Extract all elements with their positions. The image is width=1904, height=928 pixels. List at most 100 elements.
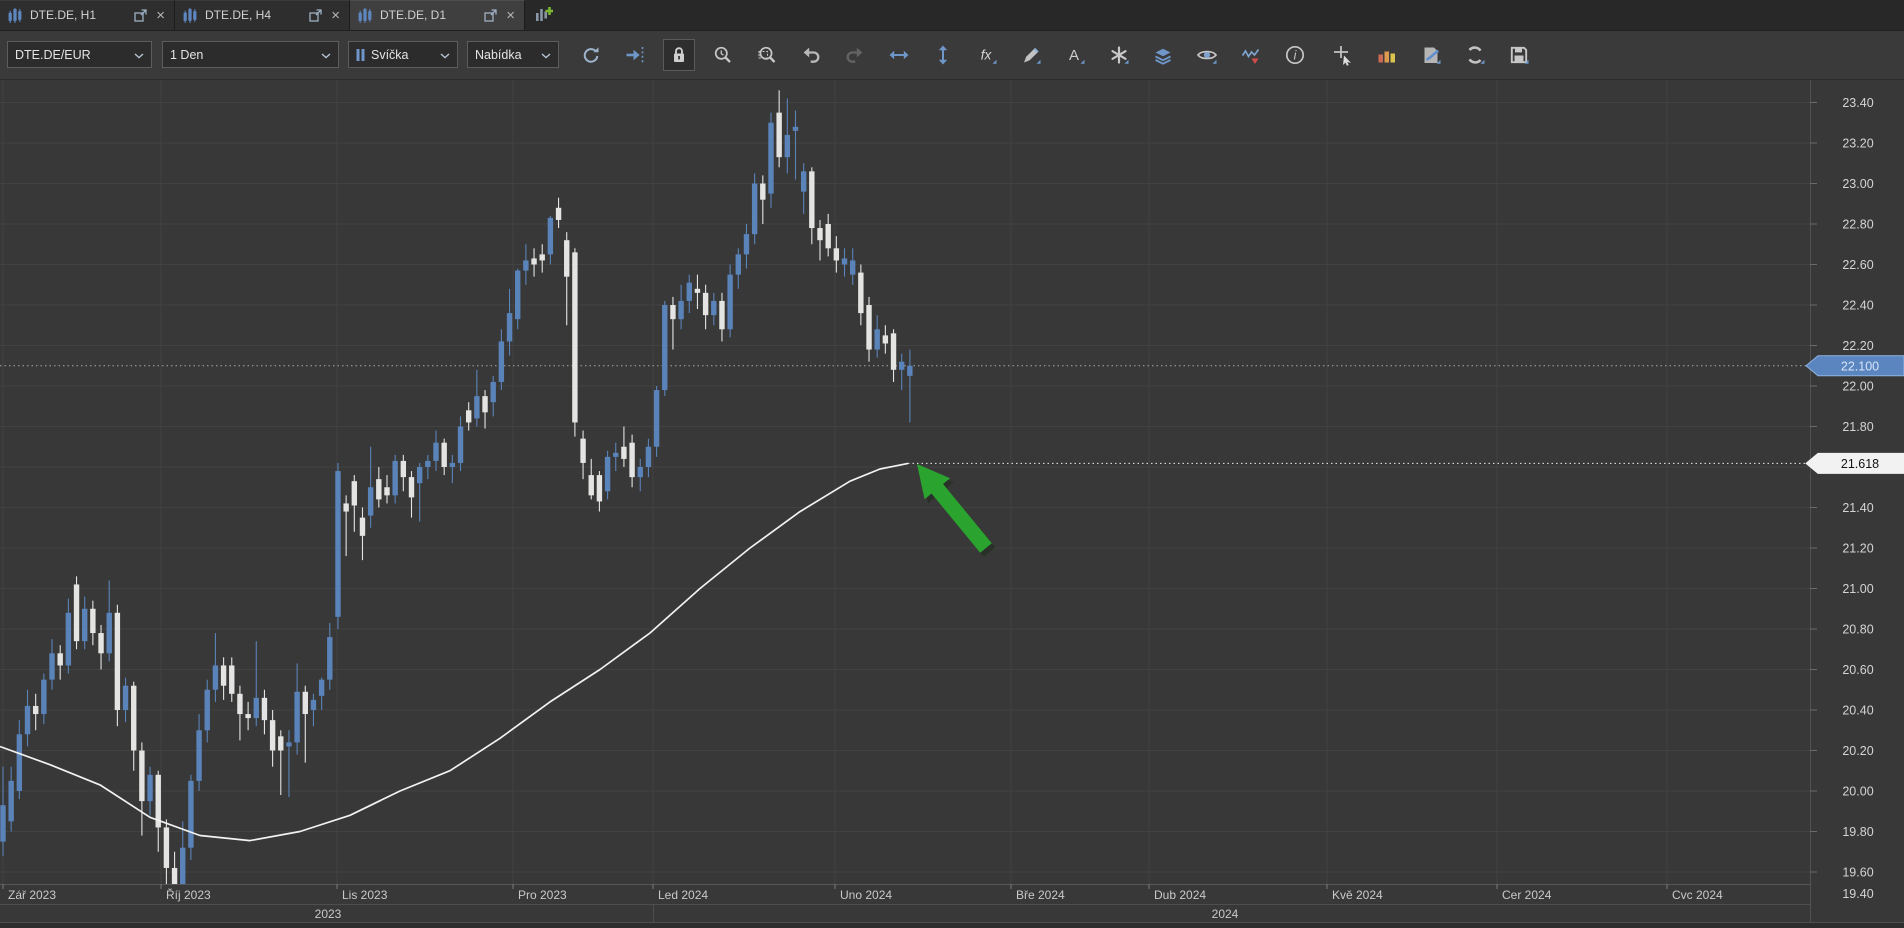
price-axis-label[interactable]: 22.40 [1842,298,1873,312]
price-axis-label[interactable]: 19.80 [1842,825,1873,839]
candle-body [0,805,6,842]
price-axis-label[interactable]: 21.00 [1842,582,1873,596]
symbol-select[interactable]: DTE.DE/EUR [7,41,152,69]
price-axis-label[interactable]: 22.80 [1842,217,1873,231]
period-select[interactable]: 1 Den [162,41,339,69]
zoom-history-icon[interactable] [707,39,739,71]
horizontal-scale-icon[interactable] [883,39,915,71]
trading-app-window: DTE.DE, H1 × DTE.DE, H4 × DTE.DE, D1 × DTE.DE… [0,0,1904,928]
price-axis-label[interactable]: 21.20 [1842,541,1873,555]
price-axis-label[interactable]: 20.40 [1842,703,1873,717]
month-label[interactable]: Kvě 2024 [1332,888,1383,902]
refresh-icon[interactable] [575,39,607,71]
month-label[interactable]: Dub 2024 [1154,888,1206,902]
candle-body [16,734,23,791]
tab-dte-de-h1[interactable]: DTE.DE, H1 × [0,0,175,30]
auto-refresh-icon[interactable] [1459,39,1491,71]
candle-body [662,304,668,390]
lock-scale-icon[interactable] [663,38,695,71]
year-label[interactable]: 2024 [1212,907,1239,921]
layers-icon[interactable] [1147,39,1179,71]
price-axis-label[interactable]: 22.60 [1842,258,1873,272]
candle-body [882,335,889,344]
price-axis-label[interactable]: 23.40 [1842,96,1873,110]
candle-body [392,460,398,496]
candle-body [8,780,14,822]
candle-body [621,446,627,459]
candle-body [114,612,121,710]
candle-body [269,719,276,751]
price-axis-label[interactable]: 20.00 [1842,784,1873,798]
jump-to-end-icon[interactable] [619,39,651,71]
price-axis-label[interactable]: 20.20 [1842,744,1873,758]
candle-body [572,252,578,423]
candle-body [531,258,537,265]
month-label[interactable]: Bře 2024 [1016,888,1065,902]
year-label[interactable]: 2023 [315,907,342,921]
month-label[interactable]: Cvc 2024 [1672,888,1723,902]
month-label[interactable]: Led 2024 [658,888,708,902]
visibility-icon[interactable] [1191,39,1223,71]
chart-type-select[interactable]: Svíčka [348,41,458,69]
save-template-icon[interactable] [1503,39,1535,71]
candle-body [196,730,202,781]
add-chart-button[interactable] [525,0,563,30]
month-label[interactable]: Zář 2023 [8,888,56,902]
price-axis-label[interactable]: 19.60 [1842,865,1873,879]
candle-body [220,665,227,686]
pattern-signal-icon[interactable] [1235,39,1267,71]
candle-body [702,292,709,315]
candle-body [678,300,684,320]
menu-select-value: Nabídka [475,47,522,62]
price-axis-label[interactable]: 22.20 [1842,339,1873,353]
draw-tool-icon[interactable] [1015,39,1047,71]
box-zoom-icon[interactable] [751,39,783,71]
month-label[interactable]: Pro 2023 [518,888,567,902]
price-chart[interactable]: 19.60 19.80 20.00 20.20 20.40 20.60 20.80 21.00… [0,79,1904,928]
tab-dte-de-d1[interactable]: DTE.DE, D1 × [350,0,525,30]
menu-select[interactable]: Nabídka [467,41,559,69]
volume-bars-icon[interactable] [1371,39,1403,71]
chart-type-select-value: Svíčka [371,47,409,62]
price-axis-label[interactable]: 23.20 [1842,136,1873,150]
undo-icon[interactable] [795,39,827,71]
price-axis-label[interactable]: 20.80 [1842,622,1873,636]
month-label[interactable]: Říj 2023 [166,887,211,902]
candle-body [751,183,758,234]
candle-body [711,300,717,315]
candle-body [98,632,104,654]
candle-body [425,460,431,467]
candle-body [310,699,317,710]
candle-body [547,217,554,255]
month-label[interactable]: Uno 2024 [840,888,892,902]
close-icon[interactable]: × [330,8,341,23]
popout-icon[interactable] [134,9,147,22]
month-label[interactable]: Cer 2024 [1502,888,1552,902]
candle-body [433,442,439,461]
info-icon[interactable]: i [1279,39,1311,71]
candle-type-icon [356,48,365,61]
price-axis-label[interactable]: 21.40 [1842,501,1873,515]
price-axis-label[interactable]: 20.60 [1842,663,1873,677]
candle-body [465,410,472,423]
popout-icon[interactable] [484,9,497,22]
text-tool-icon[interactable]: A [1059,39,1091,71]
theme-paint-icon[interactable] [1415,39,1447,71]
month-label[interactable]: Lis 2023 [342,888,388,902]
indicators-fx-icon[interactable]: fx [971,39,1003,71]
close-icon[interactable]: × [505,8,516,23]
tab-label: DTE.DE, D1 [380,8,447,23]
shapes-tool-icon[interactable] [1103,39,1135,71]
price-axis-label[interactable]: 22.00 [1842,379,1873,393]
candle-body [122,685,129,710]
candle-body [768,122,774,194]
price-axis-label[interactable]: 23.00 [1842,177,1873,191]
price-axis-label[interactable]: 21.80 [1842,420,1873,434]
vertical-scale-icon[interactable] [927,39,959,71]
candle-body [335,470,341,617]
close-icon[interactable]: × [155,8,166,23]
redo-icon[interactable] [839,39,871,71]
popout-icon[interactable] [309,9,322,22]
crosshair-icon[interactable] [1327,39,1359,71]
tab-dte-de-h4[interactable]: DTE.DE, H4 × [175,0,350,30]
